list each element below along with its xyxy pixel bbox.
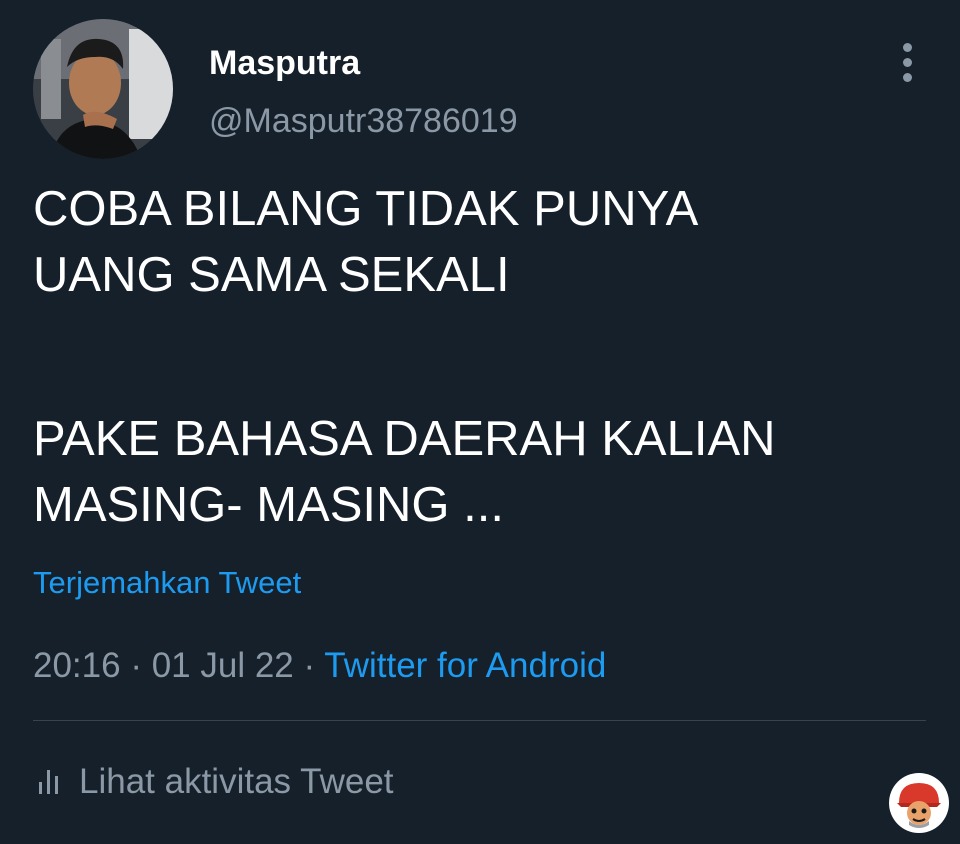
bar-chart-icon [39, 770, 58, 794]
tweet-text-line: MASING- MASING ... [33, 478, 504, 532]
more-vertical-icon-dot [902, 72, 912, 82]
tweet-source-link[interactable]: Twitter for Android [324, 646, 606, 685]
tweet-activity-button[interactable]: Lihat aktivitas Tweet [33, 760, 394, 804]
divider [33, 720, 926, 721]
meta-separator: · [120, 646, 152, 685]
tweet-text-line: UANG SAMA SEKALI [33, 248, 510, 302]
tweet-date[interactable]: 01 Jul 22 [152, 646, 294, 685]
tweet-time[interactable]: 20:16 [33, 646, 121, 685]
author-handle[interactable]: @Masputr38786019 [209, 100, 518, 142]
watermark-logo [889, 773, 949, 833]
more-vertical-icon [902, 42, 912, 52]
tweet-text-line: COBA BILANG TIDAK PUNYA [33, 182, 699, 236]
more-vertical-icon-dot [902, 57, 912, 67]
avatar[interactable] [33, 19, 173, 159]
tweet-meta: 20:16 · 01 Jul 22 · Twitter for Android [33, 644, 606, 688]
tweet-card: Masputra @Masputr38786019 COBA BILANG TI… [0, 0, 960, 844]
meta-separator: · [293, 646, 325, 685]
tweet-text-line: PAKE BAHASA DAERAH KALIAN [33, 412, 776, 466]
translate-tweet-link[interactable]: Terjemahkan Tweet [33, 563, 301, 603]
avatar-photo [33, 19, 173, 159]
tweet-text: COBA BILANG TIDAK PUNYA UANG SAMA SEKALI… [33, 176, 933, 538]
author-display-name[interactable]: Masputra [209, 42, 360, 84]
activity-label: Lihat aktivitas Tweet [79, 762, 394, 801]
watermark-mascot-icon [890, 774, 948, 832]
more-options-button[interactable] [888, 38, 926, 86]
